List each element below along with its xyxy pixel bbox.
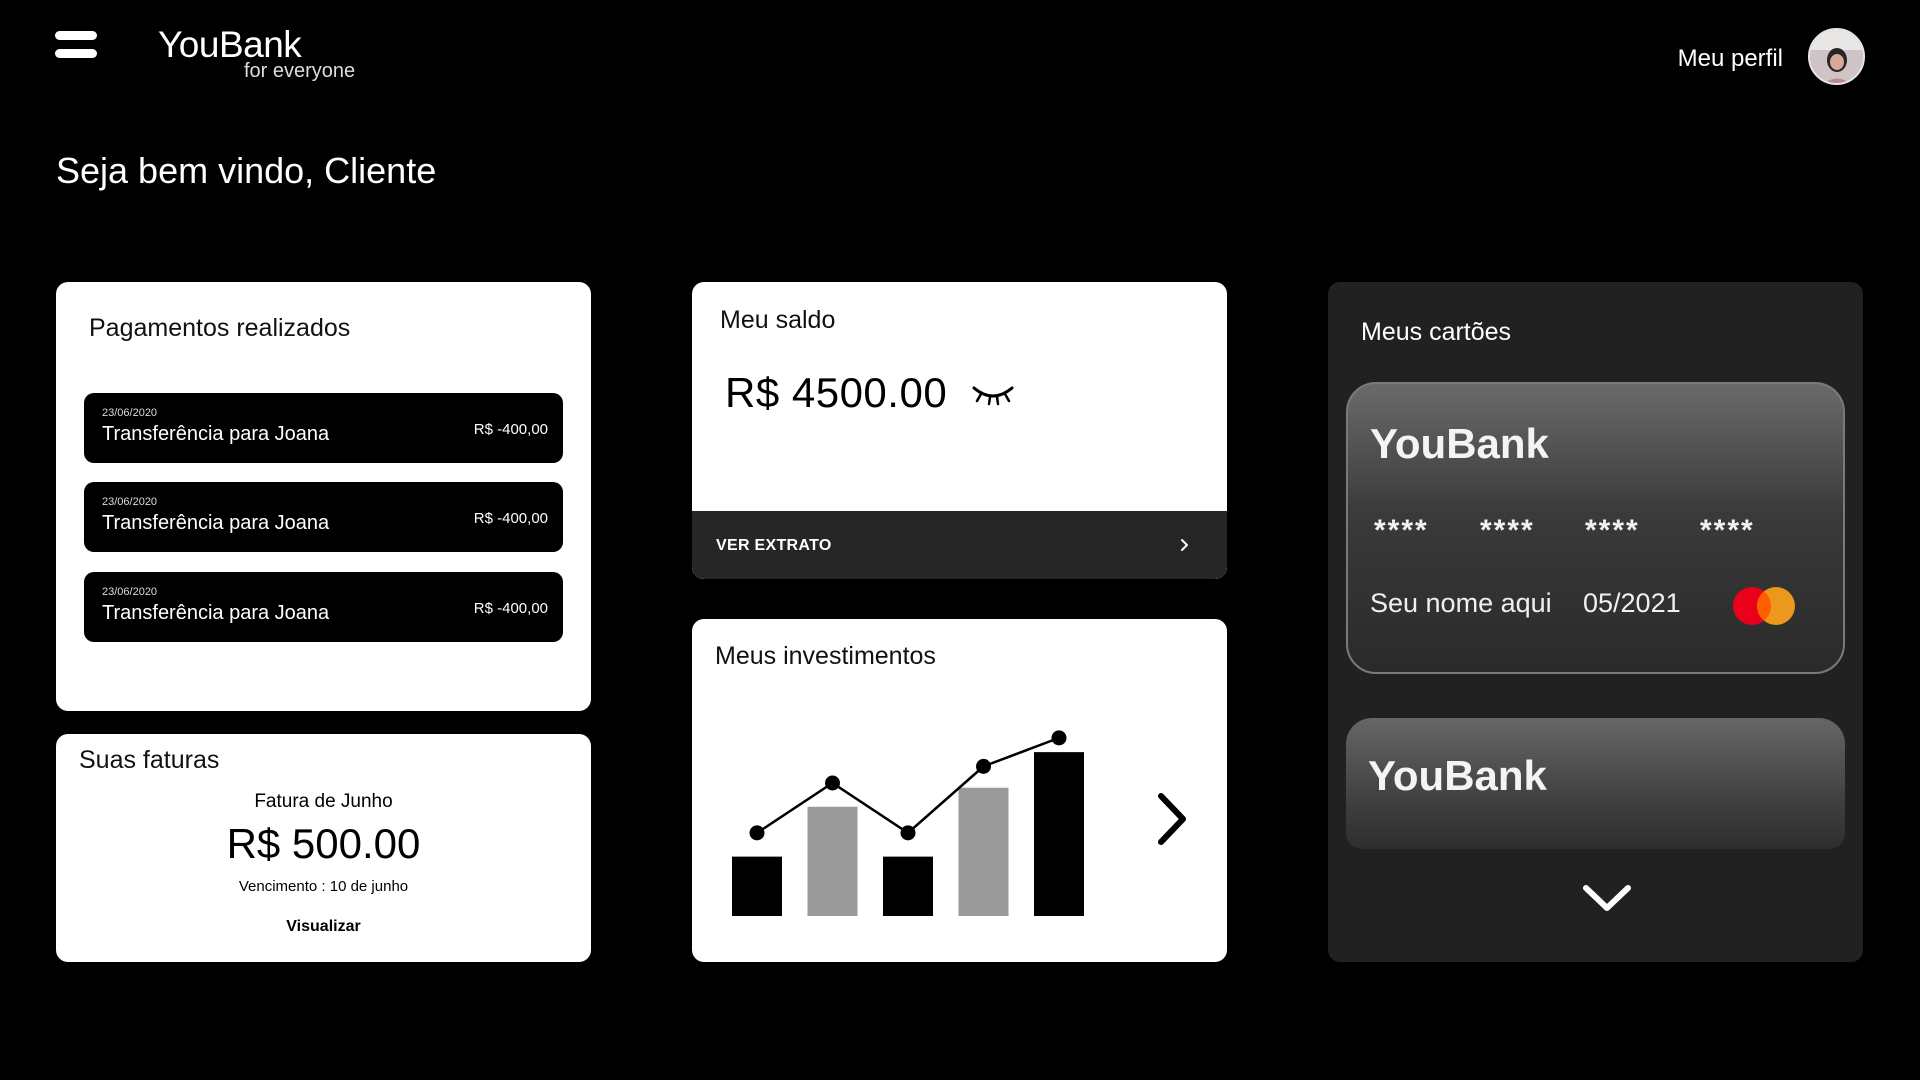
payment-amount: R$ -400,00 xyxy=(473,600,548,617)
investments-card: Meus investimentos xyxy=(692,619,1227,962)
closed-eye-icon[interactable] xyxy=(970,382,1016,406)
balance-card: Meu saldo R$ 4500.00 VER EXTRATO xyxy=(692,282,1227,579)
card-number-group: **** xyxy=(1374,514,1429,547)
payment-date: 23/06/2020 xyxy=(102,407,158,419)
chevron-right-icon xyxy=(1181,539,1188,551)
chart-bar xyxy=(1034,752,1084,916)
app-logo: YouBank for everyone xyxy=(158,24,355,81)
my-cards-title: Meus cartões xyxy=(1361,318,1512,346)
invoice-name: Fatura de Junho xyxy=(254,791,393,812)
investments-chart xyxy=(732,730,1084,916)
chart-bar xyxy=(958,787,1009,916)
card-number-group: **** xyxy=(1585,514,1640,547)
chart-bar xyxy=(807,806,858,916)
view-statement-label: VER EXTRATO xyxy=(716,537,832,554)
balance-title: Meu saldo xyxy=(720,306,836,334)
payment-description: Transferência para Joana xyxy=(102,602,330,624)
chart-point xyxy=(1051,730,1067,746)
chart-point xyxy=(900,825,916,841)
payment-description: Transferência para Joana xyxy=(102,423,330,445)
credit-card[interactable]: YouBank **** **** **** **** Seu nome aqu… xyxy=(1346,382,1845,674)
invoices-card: Suas faturas Fatura de Junho R$ 500.00 V… xyxy=(56,734,591,962)
chart-point xyxy=(976,758,991,774)
payment-item[interactable]: 23/06/2020 Transferência para Joana R$ -… xyxy=(84,482,563,552)
payment-date: 23/06/2020 xyxy=(102,586,158,598)
payment-description: Transferência para Joana xyxy=(102,512,330,534)
payment-item[interactable]: 23/06/2020 Transferência para Joana R$ -… xyxy=(84,393,563,463)
payment-item[interactable]: 23/06/2020 Transferência para Joana R$ -… xyxy=(84,572,563,642)
my-cards-panel: Meus cartões YouBank **** **** **** ****… xyxy=(1328,282,1863,962)
chart-bar xyxy=(732,856,782,916)
balance-amount: R$ 4500.00 xyxy=(725,369,948,416)
chart-bar xyxy=(883,856,933,916)
card-brand: YouBank xyxy=(1368,752,1547,799)
payment-amount: R$ -400,00 xyxy=(473,421,548,438)
invoice-due-date: Vencimento : 10 de junho xyxy=(238,878,409,895)
payments-card: Pagamentos realizados 23/06/2020 Transfe… xyxy=(56,282,591,711)
view-invoice-button[interactable]: Visualizar xyxy=(286,918,360,936)
chevron-down-icon[interactable] xyxy=(1582,883,1632,913)
app-tagline: for everyone xyxy=(244,60,356,82)
chevron-right-icon[interactable] xyxy=(1153,792,1193,846)
card-expiry: 05/2021 xyxy=(1583,588,1681,618)
welcome-heading: Seja bem vindo, Cliente xyxy=(56,150,437,191)
credit-card[interactable]: YouBank xyxy=(1346,718,1845,849)
menu-icon-bar xyxy=(55,49,97,58)
card-brand: YouBank xyxy=(1370,420,1549,467)
avatar[interactable] xyxy=(1808,28,1865,85)
app-name: YouBank xyxy=(158,24,302,65)
menu-icon[interactable] xyxy=(55,31,97,58)
chart-point xyxy=(825,775,840,791)
avatar-photo xyxy=(1810,30,1863,83)
invoice-amount: R$ 500.00 xyxy=(226,820,421,867)
payments-title: Pagamentos realizados xyxy=(89,314,351,342)
card-holder-name: Seu nome aqui xyxy=(1370,588,1552,618)
mastercard-logo-icon xyxy=(1733,587,1795,625)
card-number-group: **** xyxy=(1480,514,1535,547)
card-number-group: **** xyxy=(1700,514,1755,547)
chart-point xyxy=(749,825,765,841)
view-statement-button[interactable]: VER EXTRATO xyxy=(692,511,1227,579)
menu-icon-bar xyxy=(55,31,97,40)
payment-date: 23/06/2020 xyxy=(102,496,158,508)
profile-link[interactable]: Meu perfil xyxy=(1678,45,1783,73)
chart-trend-line xyxy=(756,736,1060,835)
invoices-title: Suas faturas xyxy=(79,746,220,774)
payment-amount: R$ -400,00 xyxy=(473,510,548,527)
